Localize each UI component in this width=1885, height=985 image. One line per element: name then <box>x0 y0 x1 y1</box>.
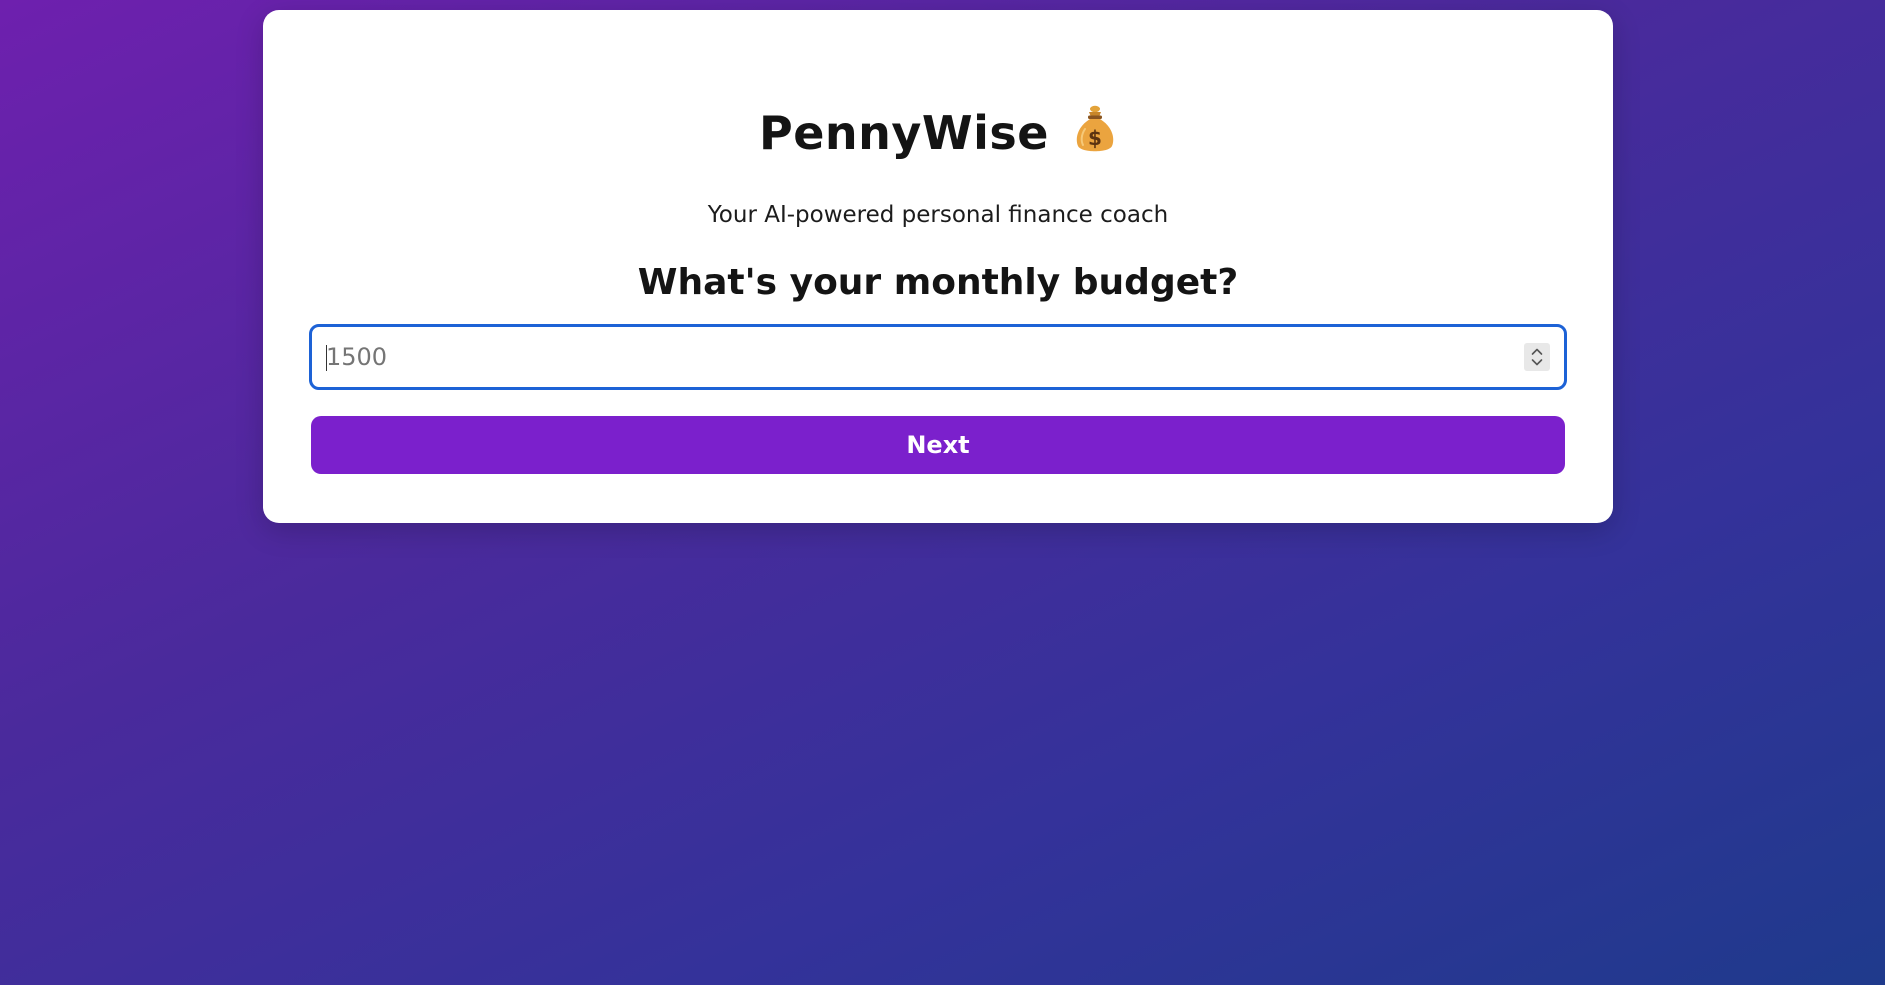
text-caret <box>326 345 327 371</box>
budget-field[interactable] <box>309 324 1567 390</box>
app-name: PennyWise <box>759 106 1049 160</box>
app-subtitle: Your AI-powered personal finance coach <box>707 202 1169 228</box>
budget-question: What's your monthly budget? <box>637 262 1239 303</box>
number-spinner[interactable] <box>1524 343 1550 371</box>
spinner-arrows-icon <box>1531 348 1543 366</box>
onboarding-card: PennyWise $ Your AI-powered personal fin… <box>263 10 1613 523</box>
next-button[interactable]: Next <box>311 416 1565 474</box>
budget-input[interactable] <box>326 327 1506 387</box>
svg-text:$: $ <box>1088 126 1102 150</box>
app-title: PennyWise $ <box>263 98 1613 168</box>
money-bag-icon: $ <box>1073 103 1117 155</box>
